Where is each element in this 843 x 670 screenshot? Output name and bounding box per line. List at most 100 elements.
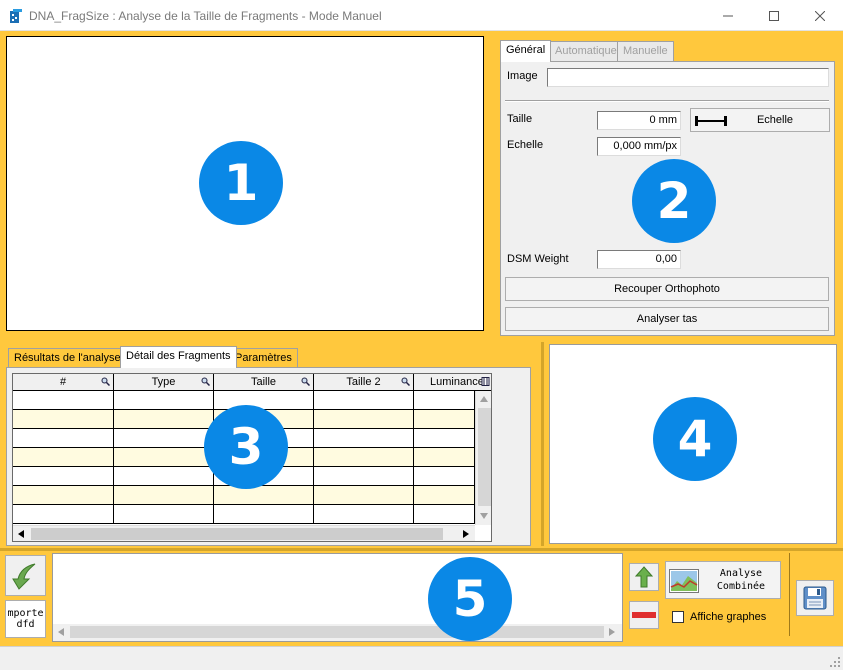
table-cell[interactable] [414,505,475,523]
search-icon[interactable] [301,377,310,386]
column-header-type[interactable]: Type [114,374,214,391]
recouper-orthophoto-button[interactable]: Recouper Orthophoto [505,277,829,301]
scroll-left-icon[interactable] [18,530,24,538]
table-cell[interactable] [13,429,114,447]
maximize-icon [769,10,779,21]
table-cell[interactable] [314,505,414,523]
table-cell[interactable] [414,391,475,409]
table-cell[interactable] [214,486,314,504]
table-cell[interactable] [414,486,475,504]
search-icon[interactable] [401,377,410,386]
remove-button[interactable] [629,601,659,629]
column-header-number[interactable]: # [13,374,114,391]
splitter-horizontal[interactable] [0,548,843,551]
tab-general[interactable]: Général [500,40,552,62]
table-cell[interactable] [13,391,114,409]
dsm-weight-label: DSM Weight [507,253,569,265]
table-cell[interactable] [114,467,214,485]
save-button[interactable] [796,580,834,616]
analyse-combinee-button[interactable]: Analyse Combinée [665,561,781,599]
table-cell[interactable] [314,448,414,466]
echelle-label: Echelle [507,139,544,151]
import-arrow-button[interactable] [5,555,46,596]
scroll-up-icon[interactable] [480,396,488,402]
badge-3: 3 [204,405,288,489]
table-cell[interactable] [13,448,114,466]
table-cell[interactable] [114,410,214,428]
table-row[interactable] [13,505,475,524]
badge-4: 4 [653,397,737,481]
table-cell[interactable] [114,429,214,447]
table-cell[interactable] [114,448,214,466]
table-cell[interactable] [13,505,114,523]
minus-icon [632,612,656,618]
tab-resultats[interactable]: Résultats de l'analyse [8,348,127,368]
import-dfd-button[interactable]: mporte dfd [5,600,46,638]
search-icon[interactable] [201,377,210,386]
scroll-thumb[interactable] [70,626,604,638]
table-cell[interactable] [414,448,475,466]
grid-vertical-scrollbar[interactable] [475,391,491,525]
column-header-taille-2[interactable]: Taille 2 [314,374,414,391]
table-cell[interactable] [414,410,475,428]
analyse-label-1: Analyse [719,568,763,579]
table-cell[interactable] [114,486,214,504]
echelle-button[interactable]: Echelle [690,108,830,132]
column-header-taille[interactable]: Taille [214,374,314,391]
table-cell[interactable] [13,410,114,428]
table-cell[interactable] [414,467,475,485]
import-label-1: mporte [7,608,44,619]
table-cell[interactable] [114,505,214,523]
taille-label: Taille [507,113,533,125]
minimize-button[interactable] [705,0,751,31]
resize-grip-icon[interactable] [829,656,841,668]
column-chooser-icon[interactable] [481,377,490,386]
column-header-label: Type [151,376,176,388]
table-cell[interactable] [314,410,414,428]
column-header-luminance[interactable]: Luminance [414,374,491,391]
dsm-weight-field[interactable]: 0,00 [597,250,681,269]
grid-horizontal-scrollbar[interactable] [13,525,475,541]
badge-1: 1 [199,141,283,225]
echelle-field[interactable]: 0,000 mm/px [597,137,681,156]
log-area[interactable] [52,553,623,642]
save-icon [803,586,827,610]
table-cell[interactable] [13,467,114,485]
analyser-tas-button[interactable]: Analyser tas [505,307,829,331]
scroll-right-icon[interactable] [609,628,615,636]
table-cell[interactable] [314,467,414,485]
arrow-down-left-icon [11,563,35,590]
tab-parametres[interactable]: Paramètres [229,348,298,368]
table-cell[interactable] [114,391,214,409]
grid-header: # Type Taille Taille 2 Luminance [13,374,491,391]
scroll-right-icon[interactable] [463,530,469,538]
affiche-graphes-label: Affiche graphes [690,611,767,623]
scroll-thumb[interactable] [31,528,443,540]
table-cell[interactable] [314,429,414,447]
table-cell[interactable] [314,486,414,504]
column-header-label: Taille 2 [346,376,381,388]
move-up-button[interactable] [629,563,659,591]
scroll-thumb[interactable] [478,408,491,506]
log-horizontal-scrollbar[interactable] [53,624,622,641]
taille-field[interactable]: 0 mm [597,111,681,130]
arrow-up-icon [635,566,653,588]
affiche-graphes-checkbox[interactable] [672,611,684,623]
search-icon[interactable] [101,377,110,386]
status-bar [0,646,843,670]
scroll-down-icon[interactable] [480,513,488,519]
tab-automatique[interactable]: Automatique [549,41,623,61]
table-cell[interactable] [314,391,414,409]
image-field[interactable] [547,68,829,87]
scroll-left-icon[interactable] [58,628,64,636]
maximize-button[interactable] [751,0,797,31]
table-cell[interactable] [13,486,114,504]
table-cell[interactable] [214,391,314,409]
table-cell[interactable] [214,505,314,523]
column-header-label: Luminance [430,376,484,388]
tab-manuelle[interactable]: Manuelle [617,41,674,61]
tab-detail-fragments[interactable]: Détail des Fragments [120,346,237,368]
close-button[interactable] [797,0,843,31]
splitter-vertical[interactable] [541,342,544,546]
table-cell[interactable] [414,429,475,447]
